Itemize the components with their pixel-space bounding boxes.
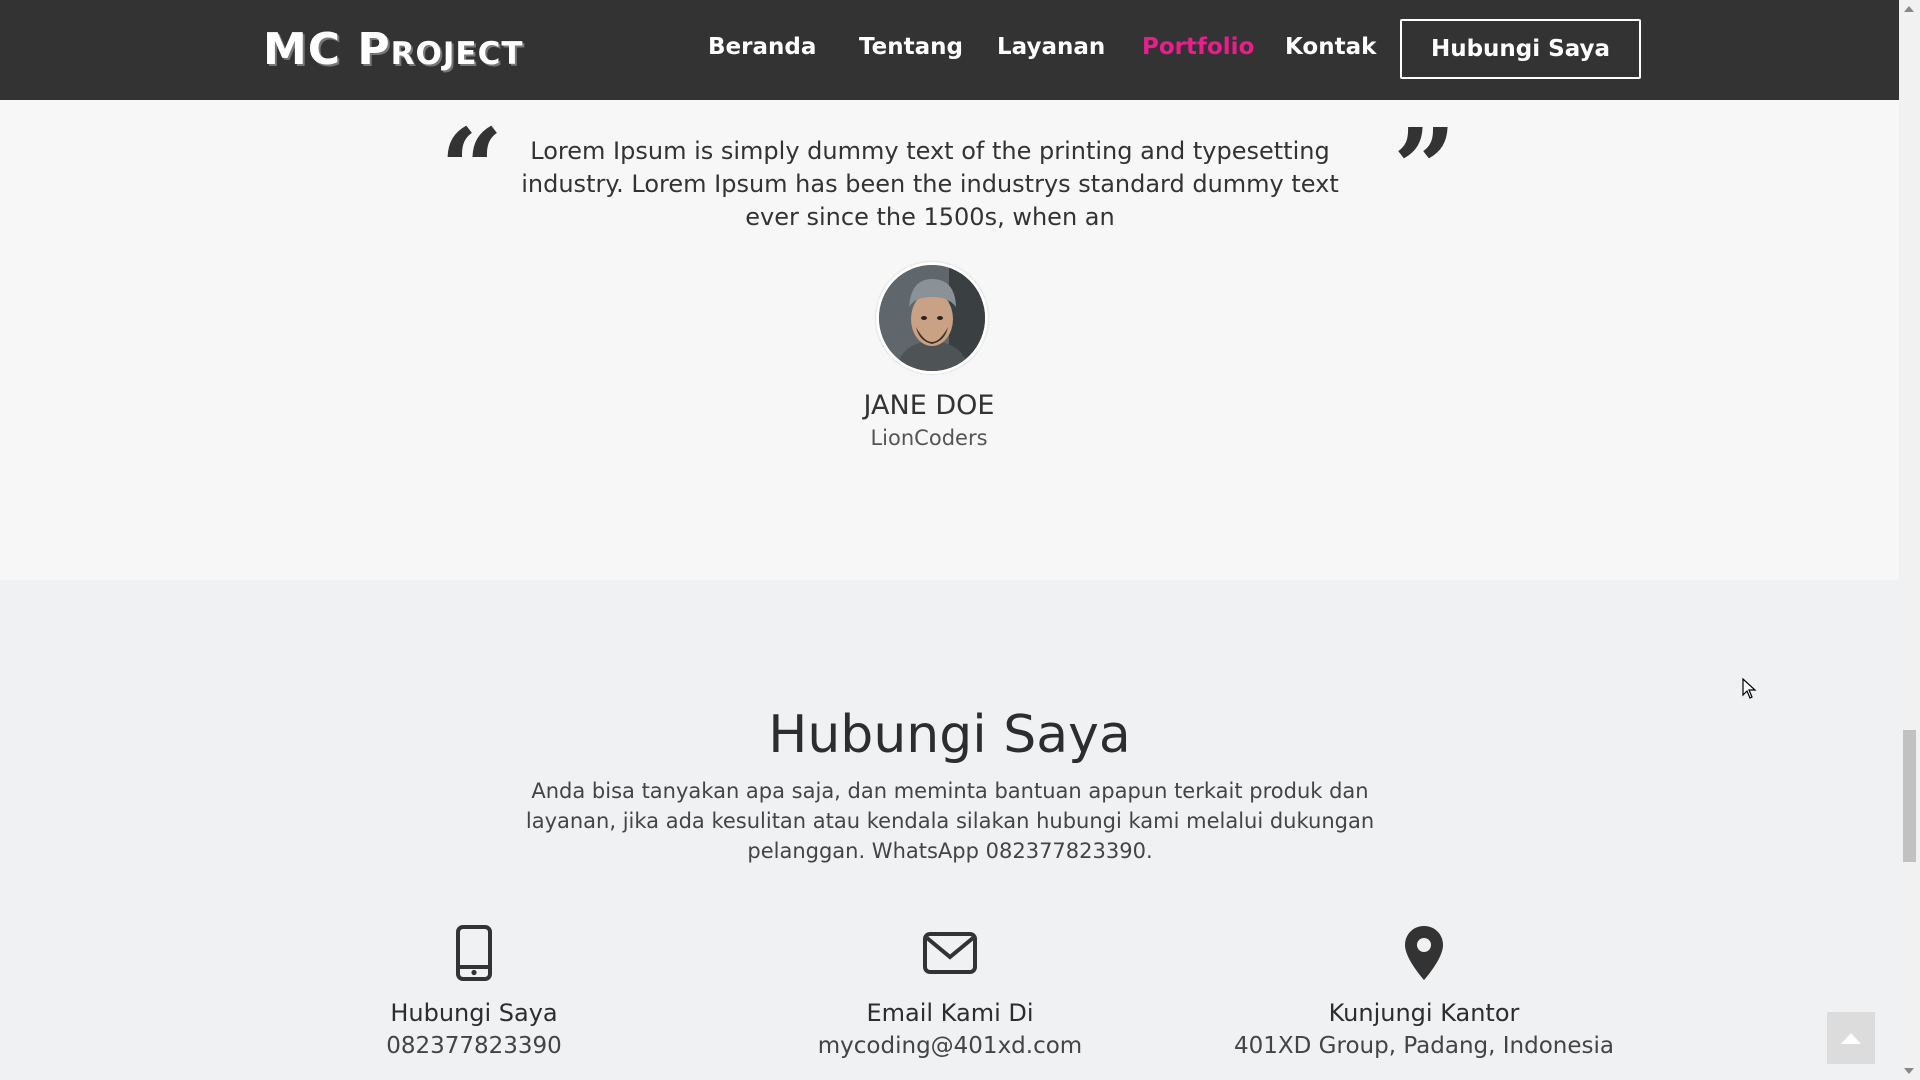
nav-link-beranda[interactable]: Beranda	[708, 34, 816, 60]
contact-item-office: Kunjungi Kantor 401XD Group, Padang, Ind…	[1214, 925, 1634, 1059]
person-avatar-icon	[879, 265, 985, 371]
page-scrollbar[interactable]	[1899, 0, 1920, 1080]
back-to-top-button[interactable]	[1827, 1012, 1875, 1064]
top-navbar: MC Project Beranda Tentang Layanan Portf…	[0, 0, 1899, 100]
testimonial-person-name: JANE DOE	[863, 390, 995, 421]
close-quote-icon: ”	[1393, 104, 1457, 233]
testimonial-section: “ Lorem Ipsum is simply dummy text of th…	[0, 100, 1899, 580]
contact-item-value[interactable]: 082377823390	[264, 1033, 684, 1059]
site-logo[interactable]: MC Project	[263, 24, 523, 75]
mobile-phone-icon	[456, 925, 492, 981]
contact-section-description: Anda bisa tanyakan apa saja, dan meminta…	[525, 779, 1375, 863]
scroll-down-arrow-icon[interactable]	[1904, 1068, 1914, 1074]
nav-link-kontak[interactable]: Kontak	[1285, 34, 1376, 60]
mouse-cursor-icon	[1742, 678, 1757, 699]
contact-section: Hubungi Saya Anda bisa tanyakan apa saja…	[0, 580, 1899, 1080]
contact-cta-button[interactable]: Hubungi Saya	[1400, 19, 1641, 79]
map-pin-icon	[1405, 926, 1443, 980]
contact-item-title: Email Kami Di	[866, 999, 1034, 1027]
scrollbar-thumb[interactable]	[1903, 730, 1916, 862]
chevron-up-icon	[1841, 1033, 1861, 1044]
testimonial-avatar	[876, 262, 988, 374]
nav-link-layanan[interactable]: Layanan	[997, 34, 1105, 60]
contact-item-title: Hubungi Saya	[390, 999, 558, 1027]
testimonial-person-organization: LionCoders	[870, 426, 988, 450]
testimonial-quote: Lorem Ipsum is simply dummy text of the …	[521, 137, 1339, 231]
nav-link-portfolio[interactable]: Portfolio	[1142, 34, 1254, 60]
contact-item-value: 401XD Group, Padang, Indonesia	[1234, 1033, 1614, 1059]
envelope-icon	[923, 932, 977, 974]
nav-link-tentang[interactable]: Tentang	[859, 34, 963, 60]
contact-item-phone: Hubungi Saya 082377823390	[264, 925, 684, 1059]
contact-item-value[interactable]: mycoding@401xd.com	[740, 1033, 1160, 1059]
open-quote-icon: “	[440, 104, 504, 233]
contact-item-title: Kunjungi Kantor	[1328, 999, 1520, 1027]
contact-item-email: Email Kami Di mycoding@401xd.com	[740, 925, 1160, 1059]
scroll-up-arrow-icon[interactable]	[1904, 6, 1914, 12]
contact-section-title: Hubungi Saya	[768, 705, 1131, 765]
